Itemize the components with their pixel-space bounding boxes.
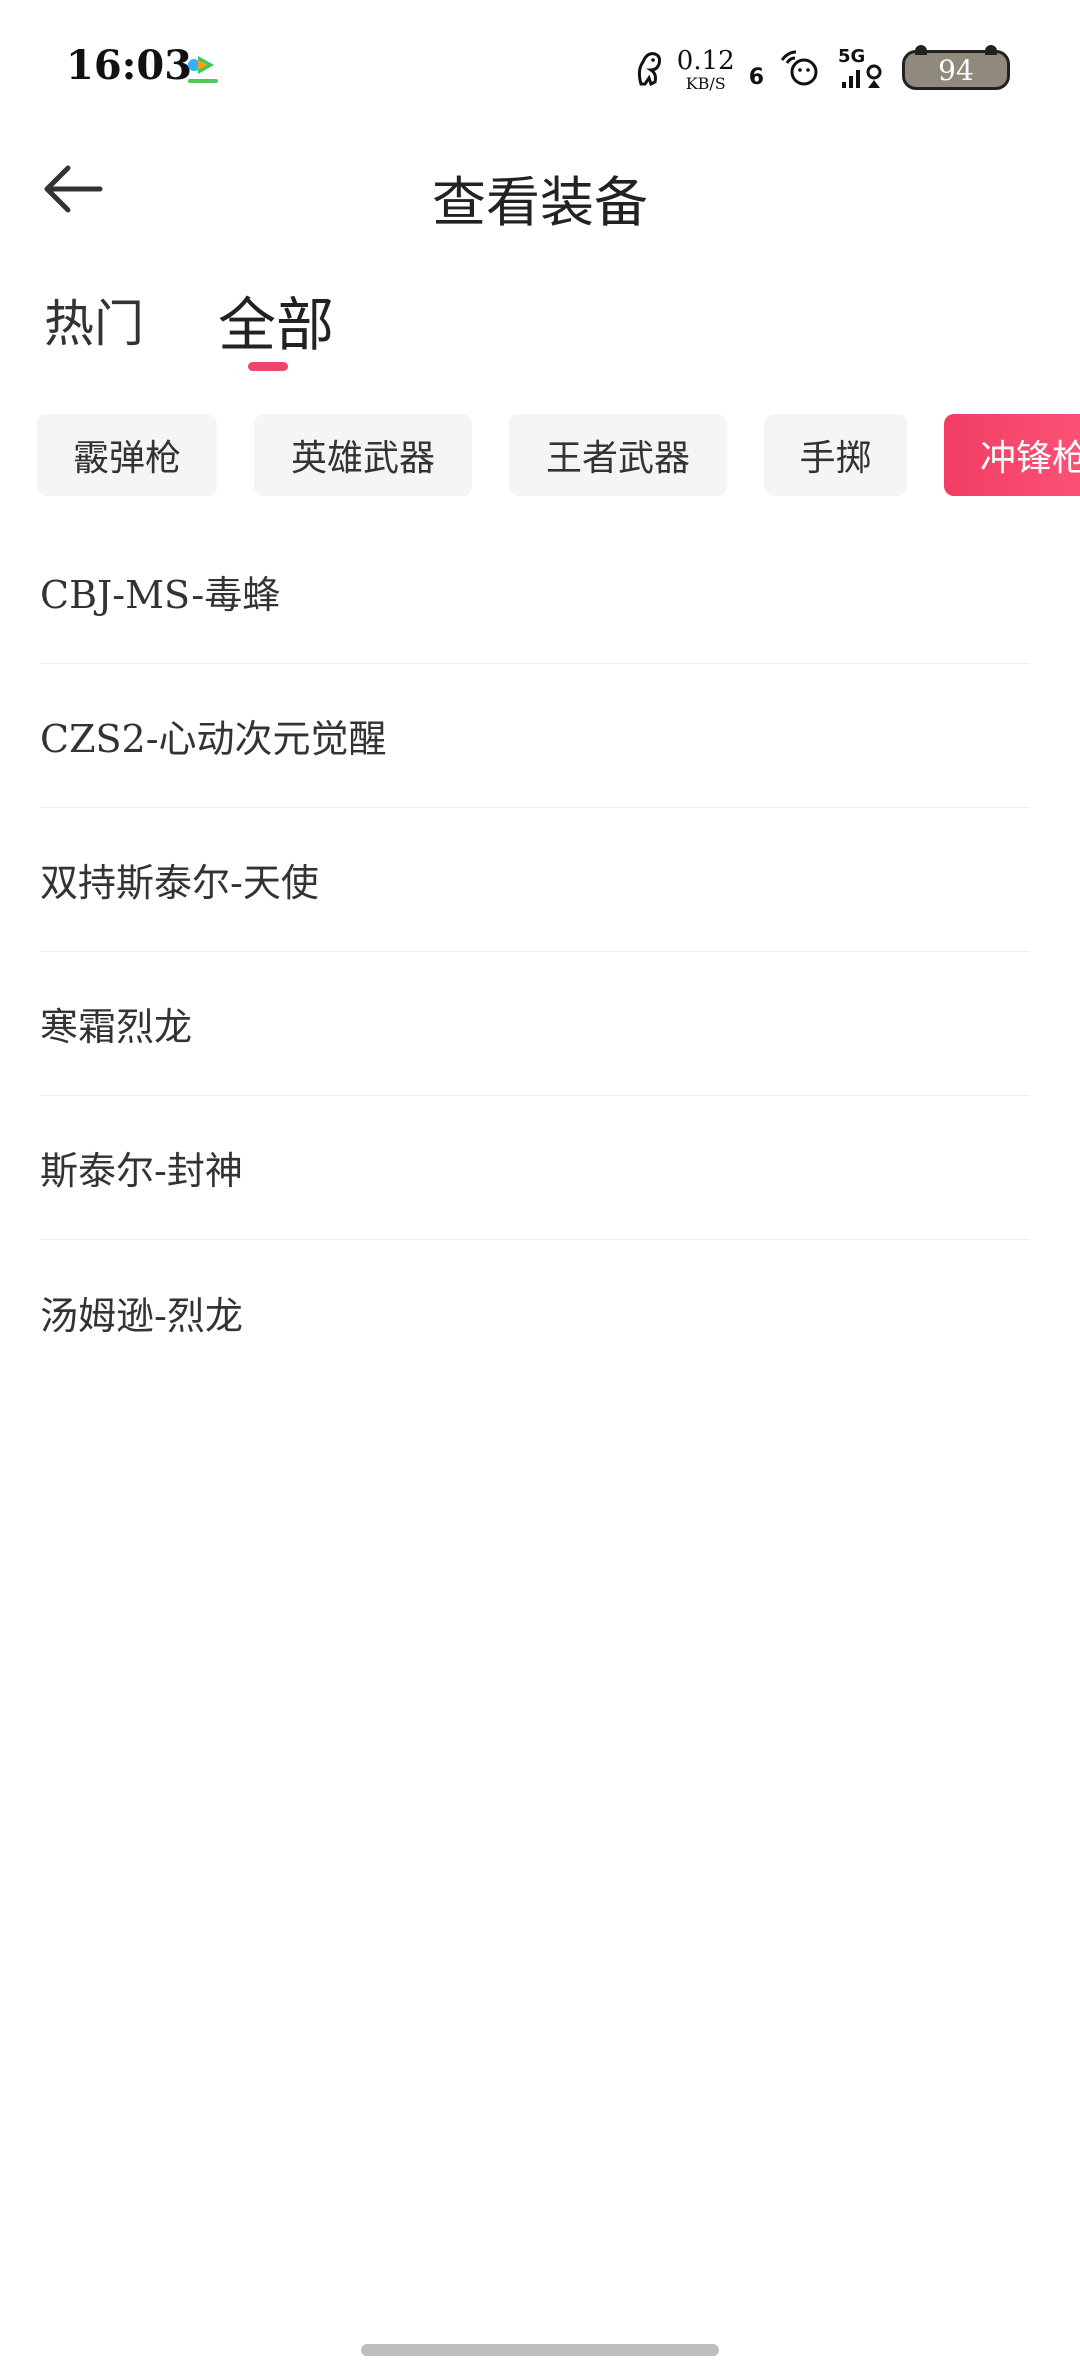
tab-bar: 热门 全部 bbox=[0, 270, 1080, 380]
home-indicator[interactable] bbox=[361, 2344, 719, 2356]
equipment-list: CBJ-MS-毒蜂 CZS2-心动次元觉醒 双持斯泰尔-天使 寒霜烈龙 斯泰尔-… bbox=[40, 520, 1030, 1384]
filter-chip-throwable[interactable]: 手掷 bbox=[764, 414, 907, 496]
header: 查看装备 bbox=[0, 140, 1080, 240]
filter-chip-hero-weapon[interactable]: 英雄武器 bbox=[254, 414, 472, 496]
filter-chip-smg[interactable]: 冲锋枪 bbox=[944, 414, 1080, 496]
tab-hot[interactable]: 热门 bbox=[44, 284, 144, 356]
signal-number: 6 bbox=[748, 65, 764, 90]
list-item[interactable]: CBJ-MS-毒蜂 bbox=[40, 520, 1030, 664]
video-app-icon bbox=[184, 52, 222, 86]
status-indicators: 0.12 KB/S 6 5G 94 bbox=[633, 44, 1010, 96]
wifi-icon bbox=[778, 48, 824, 92]
status-bar: 16:03 0.12 KB/S 6 5G 94 bbox=[0, 0, 1080, 140]
net-speed-value: 0.12 bbox=[676, 46, 735, 76]
filter-chip-king-weapon[interactable]: 王者武器 bbox=[509, 414, 727, 496]
page-title: 查看装备 bbox=[432, 171, 648, 234]
battery-icon: 94 bbox=[902, 45, 1010, 90]
tab-all[interactable]: 全部 bbox=[218, 278, 334, 362]
list-item[interactable]: 双持斯泰尔-天使 bbox=[40, 808, 1030, 952]
list-item[interactable]: 汤姆逊-烈龙 bbox=[40, 1240, 1030, 1384]
dinosaur-icon bbox=[633, 48, 663, 92]
tab-active-indicator bbox=[248, 362, 288, 371]
list-item[interactable]: CZS2-心动次元觉醒 bbox=[40, 664, 1030, 808]
filter-chips: 霰弹枪 英雄武器 王者武器 手掷 冲锋枪 bbox=[0, 414, 1080, 496]
status-time: 16:03 bbox=[66, 42, 193, 89]
net-speed: 0.12 KB/S bbox=[677, 48, 735, 92]
signal-icon: 5G bbox=[838, 46, 888, 92]
list-item[interactable]: 斯泰尔-封神 bbox=[40, 1096, 1030, 1240]
battery-level: 94 bbox=[938, 53, 974, 87]
net-speed-unit: KB/S bbox=[685, 74, 726, 93]
list-item[interactable]: 寒霜烈龙 bbox=[40, 952, 1030, 1096]
filter-chip-shotgun[interactable]: 霰弹枪 bbox=[37, 414, 217, 496]
